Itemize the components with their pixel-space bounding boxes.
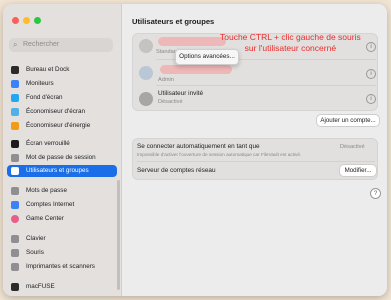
sidebar-item-souris[interactable]: Souris — [7, 247, 117, 259]
login-password-icon — [11, 154, 19, 162]
auto-login-value[interactable]: Désactivé — [340, 143, 365, 151]
network-server-label: Serveur de comptes réseau — [137, 167, 216, 174]
sidebar-item-fond-ecran[interactable]: Fond d'écran — [7, 92, 117, 104]
avatar — [139, 39, 153, 53]
divider — [137, 161, 375, 162]
sidebar: ⌕ Rechercher Bureau et Dock Moniteurs Fo… — [3, 4, 122, 296]
sidebar-item-label: Game Center — [26, 215, 64, 222]
annotation-line-2: sur l'utilisateur concerné — [244, 43, 337, 53]
sidebar-item-label: Comptes Internet — [26, 201, 75, 208]
info-icon[interactable]: i — [366, 69, 376, 79]
sidebar-item-ecran-verrouille[interactable]: Écran verrouillé — [7, 138, 117, 150]
lock-screen-icon — [11, 140, 19, 148]
screensaver-icon — [11, 108, 19, 116]
help-button[interactable]: ? — [370, 188, 381, 199]
sidebar-item-label: Écran verrouillé — [26, 140, 70, 147]
sidebar-item-game-center[interactable]: Game Center — [7, 213, 117, 225]
redacted-username — [158, 37, 226, 46]
guest-user-name: Utilisateur invité — [158, 90, 204, 97]
sidebar-item-macfuse[interactable]: macFUSE — [7, 281, 117, 293]
sidebar-item-label: macFUSE — [26, 283, 55, 290]
page-title: Utilisateurs et groupes — [132, 17, 215, 26]
sidebar-item-label: Mot de passe de session — [26, 154, 96, 161]
keyboard-icon — [11, 235, 19, 243]
zoom-window-button[interactable] — [34, 17, 41, 24]
sidebar-item-economiseur-energie[interactable]: Économiseur d'énergie — [7, 120, 117, 132]
printer-icon — [11, 263, 19, 271]
mouse-icon — [11, 249, 19, 257]
auto-login-label: Se connecter automatiquement en tant que — [137, 143, 260, 150]
display-icon — [11, 80, 19, 88]
sidebar-item-label: Moniteurs — [26, 80, 54, 87]
sidebar-item-comptes-internet[interactable]: Comptes Internet — [7, 199, 117, 211]
users-icon — [11, 167, 19, 175]
sidebar-item-utilisateurs-groupes[interactable]: Utilisateurs et groupes — [7, 165, 117, 177]
minimize-window-button[interactable] — [23, 17, 30, 24]
avatar — [139, 66, 153, 80]
redacted-username — [160, 65, 232, 74]
auto-login-note: Impossible d'activer l'ouverture de sess… — [137, 152, 302, 157]
search-placeholder: Rechercher — [23, 41, 60, 48]
context-menu-item[interactable]: Options avancées... — [179, 53, 235, 60]
sidebar-item-partial[interactable] — [7, 52, 117, 57]
search-icon: ⌕ — [13, 40, 18, 49]
annotation-text: Touche CTRL + clic gauche de souris sur … — [220, 32, 361, 54]
sidebar-item-label: Bureau et Dock — [26, 66, 70, 73]
wallpaper-icon — [11, 94, 19, 102]
sidebar-item-clavier[interactable]: Clavier — [7, 233, 117, 245]
sidebar-item-label: Fond d'écran — [26, 94, 63, 101]
search-input[interactable]: ⌕ Rechercher — [9, 38, 113, 52]
sidebar-item-label: Mots de passe — [26, 187, 67, 194]
sidebar-item-mots-de-passe[interactable]: Mots de passe — [7, 185, 117, 197]
info-icon[interactable]: i — [366, 42, 376, 52]
info-icon[interactable]: i — [366, 94, 376, 104]
dock-icon — [11, 66, 19, 74]
sidebar-scrollbar[interactable] — [117, 180, 120, 290]
guest-user-status: Désactivé — [158, 99, 183, 105]
game-center-icon — [11, 215, 19, 223]
user-role: Admin — [158, 77, 174, 83]
sidebar-item-label: Économiseur d'énergie — [26, 122, 91, 129]
sidebar-item-bureau-dock[interactable]: Bureau et Dock — [7, 64, 117, 76]
key-icon — [11, 187, 19, 195]
user-row-guest[interactable]: Utilisateur invité Désactivé i — [133, 86, 377, 111]
close-window-button[interactable] — [12, 17, 19, 24]
sidebar-item-label: Économiseur d'écran — [26, 108, 85, 115]
login-settings-card: Se connecter automatiquement en tant que… — [132, 138, 378, 180]
sidebar-item-label: Imprimantes et scanners — [26, 263, 95, 270]
sidebar-item-label: Clavier — [26, 235, 46, 242]
at-icon — [11, 201, 19, 209]
macfuse-icon — [11, 283, 19, 291]
add-account-button[interactable]: Ajouter un compte... — [316, 114, 380, 127]
annotation-line-1: Touche CTRL + clic gauche de souris — [220, 32, 361, 42]
modify-button[interactable]: Modifier... — [339, 164, 377, 177]
guest-avatar — [139, 92, 153, 106]
sidebar-item-moniteurs[interactable]: Moniteurs — [7, 78, 117, 90]
main-panel: Utilisateurs et groupes Standard i Admin… — [122, 4, 387, 296]
sidebar-item-label: Souris — [26, 249, 44, 256]
sidebar-item-label: Utilisateurs et groupes — [26, 167, 89, 174]
energy-icon — [11, 122, 19, 130]
sidebar-item-imprimantes[interactable]: Imprimantes et scanners — [7, 261, 117, 273]
user-row-admin[interactable]: Admin i — [133, 60, 377, 85]
settings-window: ⌕ Rechercher Bureau et Dock Moniteurs Fo… — [3, 4, 387, 296]
sidebar-item-economiseur-ecran[interactable]: Économiseur d'écran — [7, 106, 117, 118]
sidebar-item-mot-de-passe-session[interactable]: Mot de passe de session — [7, 152, 117, 164]
